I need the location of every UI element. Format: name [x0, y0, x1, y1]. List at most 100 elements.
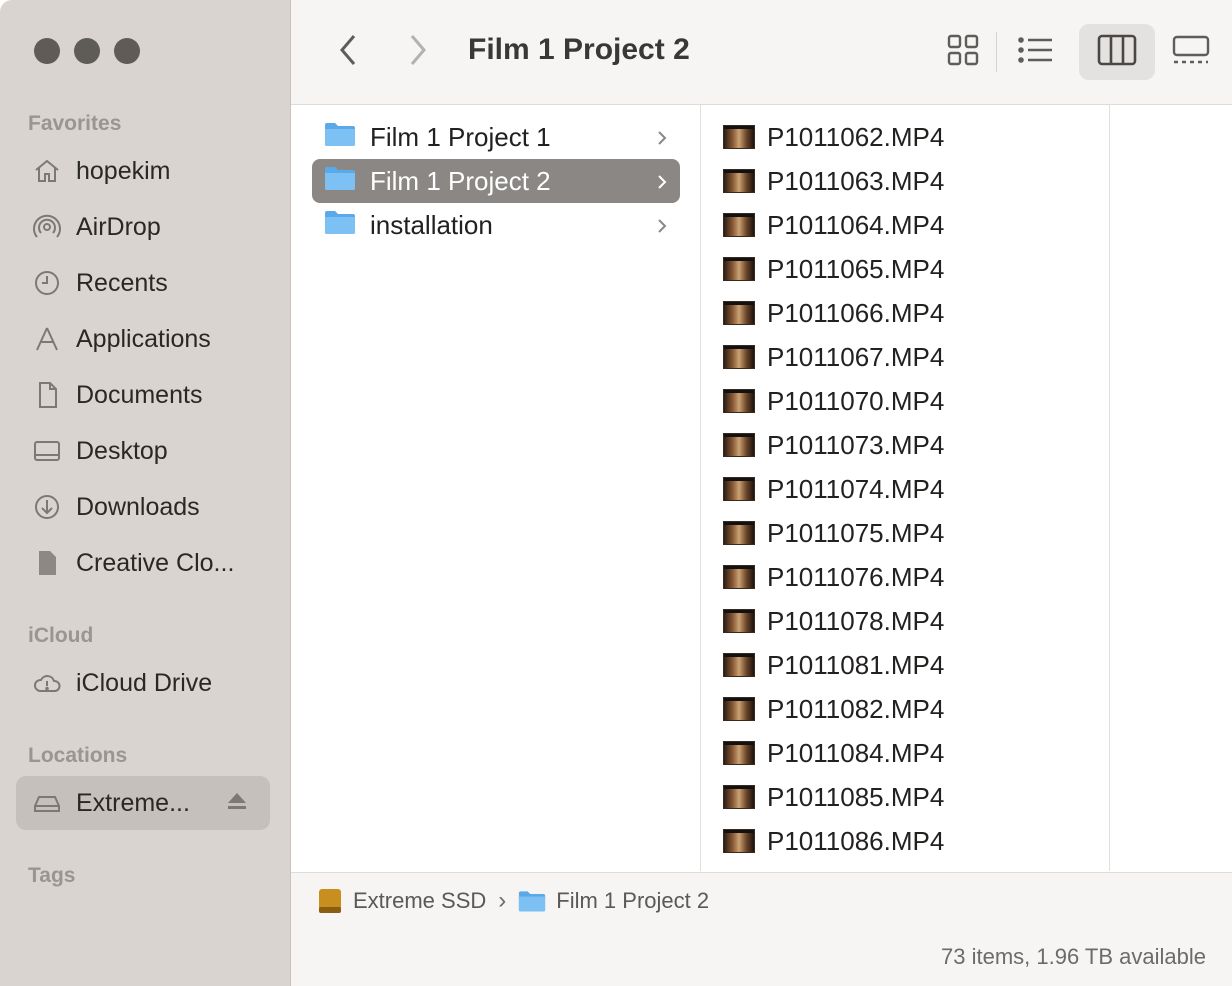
sidebar-item-airdrop[interactable]: AirDrop: [16, 200, 270, 254]
window-controls: [34, 38, 140, 64]
zoom-button[interactable]: [114, 38, 140, 64]
chevron-right-icon: [656, 169, 668, 200]
folder-name: installation: [370, 209, 493, 240]
sidebar-item-label: Extreme...: [76, 788, 190, 817]
columns-icon: [1097, 34, 1137, 71]
file-row[interactable]: P1011078.MP4: [723, 599, 944, 643]
document-icon: [30, 378, 64, 412]
path-segment-drive[interactable]: Extreme SSD: [317, 887, 486, 915]
video-thumbnail-icon: [723, 697, 755, 721]
video-thumbnail-icon: [723, 213, 755, 237]
sidebar-item-label: iCloud Drive: [76, 668, 213, 697]
video-thumbnail-icon: [723, 609, 755, 633]
folder-row-film-1-project-1[interactable]: Film 1 Project 1: [312, 115, 680, 159]
file-name: P1011086.MP4: [767, 825, 945, 856]
list-icon: [1017, 35, 1055, 70]
back-button[interactable]: [328, 30, 368, 74]
folder-name: Film 1 Project 2: [370, 165, 551, 196]
file-row[interactable]: P1011065.MP4: [723, 247, 944, 291]
file-row[interactable]: P1011064.MP4: [723, 203, 944, 247]
path-label: Extreme SSD: [353, 888, 487, 913]
sidebar-item-label: AirDrop: [76, 212, 161, 241]
file-row[interactable]: P1011073.MP4: [723, 423, 944, 467]
folder-row-film-1-project-2[interactable]: Film 1 Project 2: [312, 159, 680, 203]
sidebar-item-downloads[interactable]: Downloads: [16, 480, 270, 534]
file-row[interactable]: P1011081.MP4: [723, 643, 944, 687]
cloud-icon: [30, 666, 64, 700]
file-row[interactable]: P1011084.MP4: [723, 731, 944, 775]
file-row[interactable]: P1011070.MP4: [723, 379, 944, 423]
icloud-section-title: iCloud: [28, 624, 94, 647]
icon-view-button[interactable]: [925, 24, 1001, 80]
path-separator: ›: [498, 887, 507, 914]
sidebar-item-label: Creative Clo...: [76, 548, 235, 577]
chevron-right-icon: [656, 125, 668, 156]
file-name: P1011065.MP4: [767, 253, 945, 284]
file-row[interactable]: P1011082.MP4: [723, 687, 944, 731]
sidebar-item-extreme-ssd[interactable]: Extreme...: [16, 776, 270, 830]
folder-icon: [324, 209, 370, 242]
file-name: P1011070.MP4: [767, 385, 945, 416]
chevron-left-icon: [336, 32, 360, 73]
video-thumbnail-icon: [723, 345, 755, 369]
file-name: P1011075.MP4: [767, 517, 945, 548]
sidebar-item-label: Documents: [76, 380, 203, 409]
status-text: 73 items, 1.96 TB available: [941, 944, 1206, 969]
favorites-section-title: Favorites: [28, 112, 122, 135]
sidebar-item-applications[interactable]: Applications: [16, 312, 270, 366]
file-name: P1011081.MP4: [767, 649, 945, 680]
status-bar: 73 items, 1.96 TB available: [291, 929, 1232, 986]
sidebar-item-label: hopekim: [76, 156, 171, 185]
sidebar-item-recents[interactable]: Recents: [16, 256, 270, 310]
drive-icon: [30, 786, 64, 820]
file-row[interactable]: P1011062.MP4: [723, 115, 944, 159]
file-name: P1011076.MP4: [767, 561, 945, 592]
file-row[interactable]: P1011066.MP4: [723, 291, 944, 335]
video-thumbnail-icon: [723, 521, 755, 545]
file-name: P1011085.MP4: [767, 781, 945, 812]
close-button[interactable]: [34, 38, 60, 64]
eject-icon[interactable]: [226, 790, 248, 819]
applications-icon: [30, 322, 64, 356]
sidebar-item-icloud-drive[interactable]: iCloud Drive: [16, 656, 270, 710]
file-row[interactable]: P1011086.MP4: [723, 819, 944, 863]
video-thumbnail-icon: [723, 653, 755, 677]
minimize-button[interactable]: [74, 38, 100, 64]
desktop-icon: [30, 434, 64, 468]
file-row[interactable]: P1011085.MP4: [723, 775, 944, 819]
file-name: P1011066.MP4: [767, 297, 945, 328]
list-view-button[interactable]: [998, 24, 1074, 80]
file-row[interactable]: P1011075.MP4: [723, 511, 944, 555]
gallery-view-button[interactable]: [1153, 24, 1229, 80]
video-thumbnail-icon: [723, 433, 755, 457]
file-icon: [30, 546, 64, 580]
download-icon: [30, 490, 64, 524]
video-thumbnail-icon: [723, 301, 755, 325]
folder-icon: [518, 889, 546, 913]
file-row[interactable]: P1011076.MP4: [723, 555, 944, 599]
path-bar: Extreme SSD › Film 1 Project 2: [291, 872, 1232, 930]
sidebar-item-documents[interactable]: Documents: [16, 368, 270, 422]
grid-icon: [946, 33, 980, 72]
column-view-button[interactable]: [1079, 24, 1155, 80]
file-name: P1011062.MP4: [767, 121, 945, 152]
path-segment-folder[interactable]: Film 1 Project 2: [518, 888, 709, 914]
sidebar-item-creative-cloud[interactable]: Creative Clo...: [16, 536, 270, 590]
folder-row-installation[interactable]: installation: [312, 203, 680, 247]
chevron-right-icon: [406, 32, 430, 73]
tags-section-title: Tags: [28, 864, 76, 887]
video-thumbnail-icon: [723, 785, 755, 809]
folder-icon: [324, 121, 370, 154]
file-row[interactable]: P1011074.MP4: [723, 467, 944, 511]
sidebar-item-desktop[interactable]: Desktop: [16, 424, 270, 478]
file-row[interactable]: P1011067.MP4: [723, 335, 944, 379]
path-label: Film 1 Project 2: [556, 888, 710, 913]
sidebar-item-hopekim[interactable]: hopekim: [16, 144, 270, 198]
toolbar: Film 1 Project 2: [291, 0, 1232, 105]
house-icon: [30, 154, 64, 188]
video-thumbnail-icon: [723, 741, 755, 765]
forward-button[interactable]: [398, 30, 438, 74]
video-thumbnail-icon: [723, 389, 755, 413]
file-row[interactable]: P1011063.MP4: [723, 159, 944, 203]
video-thumbnail-icon: [723, 257, 755, 281]
